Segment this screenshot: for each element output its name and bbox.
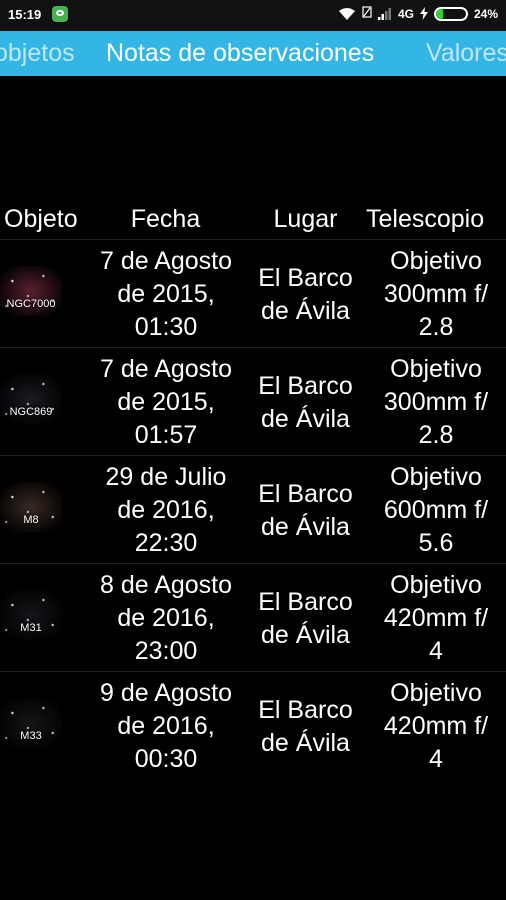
battery-level — [435, 8, 444, 19]
object-thumbnail: M31 — [0, 590, 62, 640]
lugar-line: de Ávila — [261, 297, 350, 325]
telescopio-line: Objetivo — [390, 355, 482, 383]
fecha-line: 7 de Agosto — [99, 355, 233, 383]
tab-notas-de-observaciones[interactable]: Notas de observaciones — [106, 39, 374, 68]
table-row[interactable]: NGC7000 7 de Agosto de 2015, 01:30 El Ba… — [0, 240, 506, 348]
fecha-line: de 2016, — [117, 496, 215, 524]
object-thumbnail: M33 — [0, 698, 62, 748]
fecha-line: 23:00 — [134, 637, 198, 665]
table-row[interactable]: M8 29 de Julio de 2016, 22:30 El Barco d… — [0, 456, 506, 564]
object-name: NGC7000 — [6, 298, 56, 310]
network-type: 4G — [397, 6, 414, 21]
cell-telescopio: Objetivo 600mm f/ 5.6 — [366, 461, 506, 560]
cell-fecha: 8 de Agosto de 2016, 23:00 — [84, 569, 248, 668]
object-thumbnail: NGC869 — [0, 374, 62, 424]
status-time: 15:19 — [8, 7, 42, 22]
telescopio-line: Objetivo — [390, 247, 482, 275]
lugar-line: de Ávila — [261, 621, 350, 649]
fecha-line: 9 de Agosto — [99, 679, 233, 707]
cell-telescopio: Objetivo 300mm f/ 2.8 — [366, 353, 506, 452]
lugar-line: de Ávila — [261, 729, 350, 757]
object-name: M8 — [23, 514, 39, 526]
cell-lugar: El Barco de Ávila — [248, 478, 363, 544]
lugar-line: El Barco — [258, 480, 353, 508]
cell-telescopio: Objetivo 420mm f/ 4 — [366, 569, 506, 668]
telescopio-line: 5.6 — [418, 529, 454, 557]
telescopio-line: 4 — [429, 745, 443, 773]
fecha-line: 8 de Agosto — [99, 571, 233, 599]
fecha-line: 22:30 — [134, 529, 198, 557]
object-name: NGC869 — [9, 406, 53, 418]
cell-lugar: El Barco de Ávila — [248, 262, 363, 328]
telescopio-line: 300mm f/ — [383, 280, 489, 308]
table-header: Objeto Fecha Lugar Telescopio — [0, 200, 506, 240]
cell-lugar: El Barco de Ávila — [248, 694, 363, 760]
telescopio-line: 4 — [429, 637, 443, 665]
lugar-line: El Barco — [258, 372, 353, 400]
telescopio-line: 2.8 — [418, 421, 454, 449]
telescopio-line: 2.8 — [418, 313, 454, 341]
status-icons: 4G 24% — [338, 6, 498, 21]
table-row[interactable]: M31 8 de Agosto de 2016, 23:00 El Barco … — [0, 564, 506, 672]
header-objeto[interactable]: Objeto — [4, 205, 78, 234]
telescopio-line: 600mm f/ — [383, 496, 489, 524]
telescopio-line: 300mm f/ — [383, 388, 489, 416]
fecha-line: 01:30 — [134, 313, 198, 341]
object-thumbnail: NGC7000 — [0, 266, 62, 316]
cell-fecha: 7 de Agosto de 2015, 01:30 — [84, 245, 248, 344]
telescopio-line: 420mm f/ — [383, 604, 489, 632]
lugar-line: El Barco — [258, 588, 353, 616]
status-bar: 15:19 4G 24% — [0, 0, 506, 31]
fecha-line: 29 de Julio — [105, 463, 227, 491]
telescopio-line: Objetivo — [390, 571, 482, 599]
object-thumbnail: M8 — [0, 482, 62, 532]
fecha-line: de 2016, — [117, 604, 215, 632]
sim-no-signal-icon — [362, 6, 372, 21]
cell-telescopio: Objetivo 420mm f/ 4 — [366, 677, 506, 776]
charging-icon — [419, 7, 428, 20]
telescopio-line: Objetivo — [390, 463, 482, 491]
object-name: M33 — [20, 730, 42, 742]
cell-lugar: El Barco de Ávila — [248, 586, 363, 652]
fecha-line: 01:57 — [134, 421, 198, 449]
fecha-line: 00:30 — [134, 745, 198, 773]
battery-percent: 24% — [473, 6, 498, 21]
cell-telescopio: Objetivo 300mm f/ 2.8 — [366, 245, 506, 344]
header-telescopio[interactable]: Telescopio — [366, 205, 484, 234]
header-lugar[interactable]: Lugar — [248, 205, 363, 234]
cell-fecha: 9 de Agosto de 2016, 00:30 — [84, 677, 248, 776]
fecha-line: de 2015, — [117, 388, 215, 416]
tab-valores[interactable]: Valores — [426, 39, 506, 68]
table-row[interactable]: M33 9 de Agosto de 2016, 00:30 El Barco … — [0, 672, 506, 780]
tab-objetos[interactable]: objetos — [0, 39, 75, 68]
cell-lugar: El Barco de Ávila — [248, 370, 363, 436]
fecha-line: de 2016, — [117, 712, 215, 740]
telescopio-line: 420mm f/ — [383, 712, 489, 740]
object-name: M31 — [20, 622, 42, 634]
fecha-line: 7 de Agosto — [99, 247, 233, 275]
tab-bar: objetos Notas de observaciones Valores — [0, 31, 506, 76]
table-row[interactable]: NGC869 7 de Agosto de 2015, 01:57 El Bar… — [0, 348, 506, 456]
telescopio-line: Objetivo — [390, 679, 482, 707]
wifi-icon — [338, 7, 356, 21]
lugar-line: de Ávila — [261, 513, 350, 541]
wechat-icon — [52, 6, 68, 22]
header-fecha[interactable]: Fecha — [108, 205, 223, 234]
battery-icon — [433, 6, 468, 21]
fecha-line: de 2015, — [117, 280, 215, 308]
cell-fecha: 7 de Agosto de 2015, 01:57 — [84, 353, 248, 452]
cell-fecha: 29 de Julio de 2016, 22:30 — [84, 461, 248, 560]
lugar-line: El Barco — [258, 264, 353, 292]
signal-icon — [377, 7, 392, 20]
lugar-line: El Barco — [258, 696, 353, 724]
lugar-line: de Ávila — [261, 405, 350, 433]
